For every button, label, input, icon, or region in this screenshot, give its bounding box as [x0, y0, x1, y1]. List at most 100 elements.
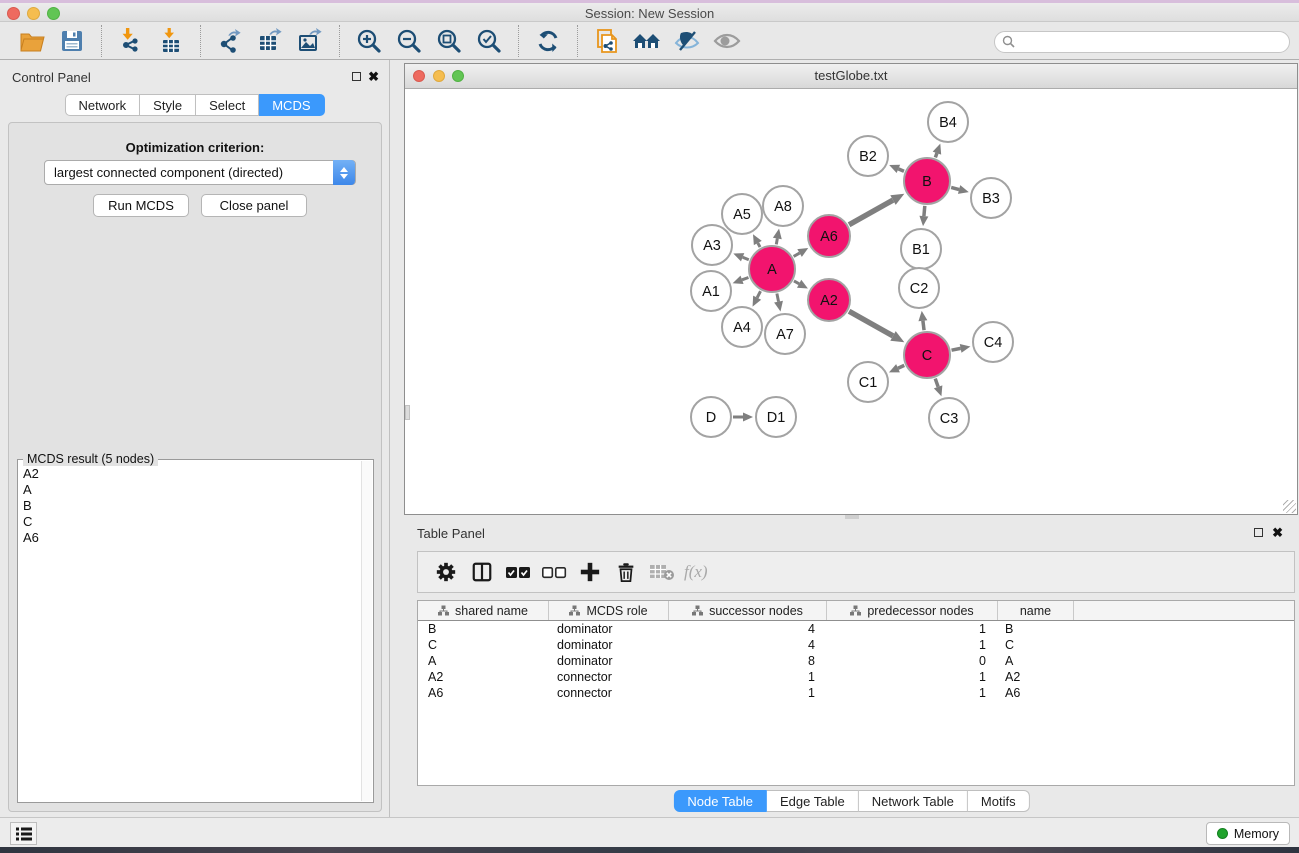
table-cell[interactable]: C — [998, 637, 1074, 653]
table-cell[interactable]: dominator — [549, 621, 669, 637]
hide-button[interactable] — [670, 26, 704, 56]
edge-B-B1[interactable] — [924, 206, 925, 216]
tab-edge-table[interactable]: Edge Table — [767, 790, 859, 812]
table-cell[interactable]: dominator — [549, 653, 669, 669]
table-cell[interactable]: A2 — [998, 669, 1074, 685]
import-table-button[interactable] — [154, 26, 188, 56]
memory-button[interactable]: Memory — [1206, 822, 1290, 845]
edge-A6-B[interactable] — [849, 200, 893, 225]
table-cell[interactable]: 4 — [669, 637, 827, 653]
table-row[interactable]: A6connector11A6 — [418, 685, 1294, 701]
table-cell[interactable]: connector — [549, 685, 669, 701]
table-cell[interactable]: 1 — [827, 621, 998, 637]
column-header-shared-name[interactable]: shared name — [418, 601, 549, 620]
mcds-result-item[interactable]: A2 — [19, 466, 362, 482]
edge-C-C4[interactable] — [952, 348, 961, 350]
close-panel-button[interactable]: Close panel — [201, 194, 307, 217]
column-header-MCDS-role[interactable]: MCDS role — [549, 601, 669, 620]
tab-style[interactable]: Style — [140, 94, 196, 116]
criterion-dropdown[interactable]: largest connected component (directed) — [44, 160, 356, 185]
export-table-button[interactable] — [253, 26, 287, 56]
mcds-result-item[interactable]: C — [19, 514, 362, 530]
edge-B-B2[interactable] — [898, 169, 904, 171]
column-header-name[interactable]: name — [998, 601, 1074, 620]
edge-C-C2[interactable] — [923, 321, 924, 330]
table-cell[interactable]: 1 — [669, 669, 827, 685]
table-row[interactable]: Bdominator41B — [418, 621, 1294, 637]
network-vscroll-stub[interactable] — [405, 405, 410, 420]
table-cell[interactable]: B — [418, 621, 549, 637]
search-input[interactable] — [1020, 35, 1289, 49]
column-header-successor-nodes[interactable]: successor nodes — [669, 601, 827, 620]
table-cell[interactable]: 8 — [669, 653, 827, 669]
tab-network-table[interactable]: Network Table — [859, 790, 968, 812]
open-session-button[interactable] — [15, 26, 49, 56]
zoom-fit-button[interactable] — [432, 26, 466, 56]
edge-B-B3[interactable] — [951, 187, 959, 189]
show-button[interactable] — [710, 26, 744, 56]
table-cell[interactable]: B — [998, 621, 1074, 637]
save-session-button[interactable] — [55, 26, 89, 56]
table-cell[interactable]: 1 — [827, 669, 998, 685]
edge-A-A5[interactable] — [758, 243, 760, 247]
edge-A-A8[interactable] — [776, 239, 777, 245]
table-cell[interactable]: A6 — [998, 685, 1074, 701]
table-cell[interactable]: A — [418, 653, 549, 669]
network-window-titlebar[interactable]: testGlobe.txt — [405, 64, 1297, 89]
tab-mcds[interactable]: MCDS — [259, 94, 324, 116]
column-header-predecessor-nodes[interactable]: predecessor nodes — [827, 601, 998, 620]
window-resize-grip[interactable] — [1283, 500, 1296, 513]
edge-A-A3[interactable] — [743, 257, 749, 259]
select-all-button[interactable] — [500, 555, 536, 589]
table-row[interactable]: Adominator80A — [418, 653, 1294, 669]
table-cell[interactable]: C — [418, 637, 549, 653]
tab-network[interactable]: Network — [64, 94, 140, 116]
export-image-button[interactable] — [293, 26, 327, 56]
search-field[interactable] — [994, 31, 1290, 53]
table-cell[interactable]: 1 — [827, 685, 998, 701]
table-cell[interactable]: 1 — [669, 685, 827, 701]
close-panel-icon[interactable]: ✖ — [368, 69, 379, 85]
edge-A-A2[interactable] — [794, 281, 799, 284]
edge-B-B4[interactable] — [935, 153, 937, 157]
network-canvas[interactable]: AA1A3A4A5A7A8A6A2BB1B2B3B4CC1C2C3C4DD1 — [405, 89, 1297, 514]
home-button[interactable] — [630, 26, 664, 56]
paste-network-button[interactable] — [590, 26, 624, 56]
mcds-result-item[interactable]: B — [19, 498, 362, 514]
network-hscroll-stub[interactable] — [845, 515, 859, 519]
export-network-button[interactable] — [213, 26, 247, 56]
table-cell[interactable]: A2 — [418, 669, 549, 685]
import-network-button[interactable] — [114, 26, 148, 56]
refresh-button[interactable] — [531, 26, 565, 56]
create-column-button[interactable] — [572, 555, 608, 589]
tab-node-table[interactable]: Node Table — [673, 790, 767, 812]
edge-A-A6[interactable] — [794, 253, 800, 256]
edge-A2-C[interactable] — [849, 311, 893, 336]
table-row[interactable]: A2connector11A2 — [418, 669, 1294, 685]
zoom-in-button[interactable] — [352, 26, 386, 56]
show-columns-button[interactable] — [464, 555, 500, 589]
table-row[interactable]: Cdominator41C — [418, 637, 1294, 653]
table-cell[interactable]: 0 — [827, 653, 998, 669]
float-panel-icon[interactable] — [352, 72, 361, 81]
table-settings-button[interactable] — [428, 555, 464, 589]
tab-motifs[interactable]: Motifs — [968, 790, 1030, 812]
float-table-panel-icon[interactable] — [1254, 528, 1263, 537]
table-cell[interactable]: dominator — [549, 637, 669, 653]
edge-A-A1[interactable] — [742, 277, 748, 279]
table-cell[interactable]: 1 — [827, 637, 998, 653]
table-cell[interactable]: connector — [549, 669, 669, 685]
table-cell[interactable]: A — [998, 653, 1074, 669]
mcds-result-item[interactable]: A6 — [19, 530, 362, 546]
edge-C-C1[interactable] — [898, 365, 904, 368]
run-mcds-button[interactable]: Run MCDS — [93, 194, 189, 217]
zoom-out-button[interactable] — [392, 26, 426, 56]
task-history-button[interactable] — [10, 822, 37, 845]
table-cell[interactable]: 4 — [669, 621, 827, 637]
edge-C-C3[interactable] — [935, 379, 938, 387]
close-table-panel-icon[interactable]: ✖ — [1272, 525, 1283, 541]
result-scrollbar[interactable] — [361, 461, 372, 801]
deselect-all-button[interactable] — [536, 555, 572, 589]
tab-select[interactable]: Select — [196, 94, 259, 116]
zoom-selected-button[interactable] — [472, 26, 506, 56]
